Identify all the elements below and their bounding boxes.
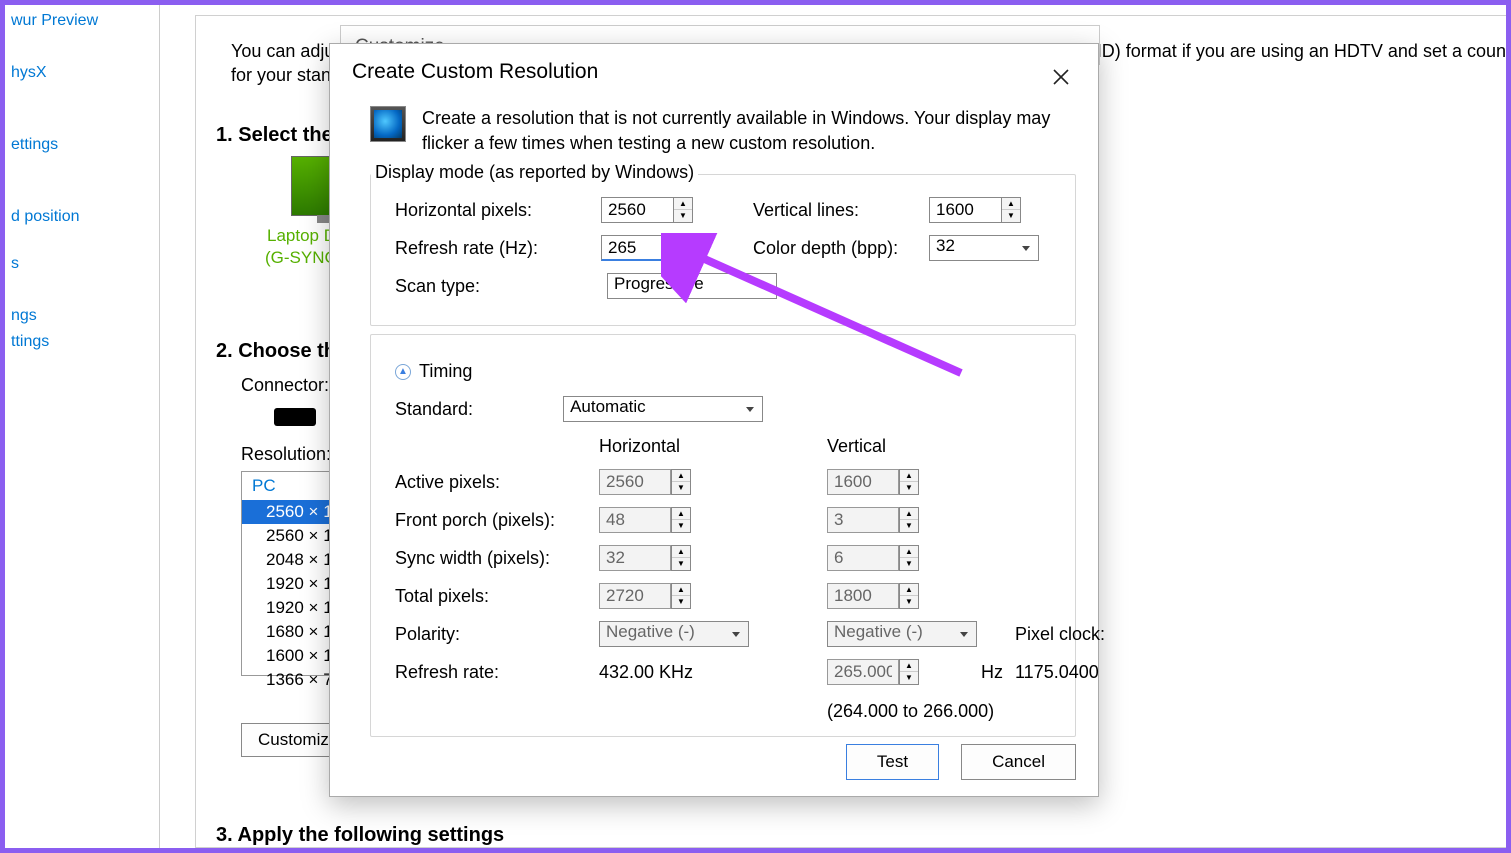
- timing-group: ▲ Timing Standard: Automatic Horizontal …: [370, 334, 1076, 737]
- resolution-label: Resolution:: [241, 444, 331, 465]
- spinner-buttons[interactable]: ▲▼: [899, 545, 919, 571]
- timing-heading: Timing: [419, 361, 472, 382]
- spinner-buttons[interactable]: ▲▼: [899, 469, 919, 495]
- sidebar-link[interactable]: s: [5, 253, 159, 275]
- sync-width-h-input[interactable]: [599, 545, 671, 571]
- spinner-buttons[interactable]: ▲▼: [673, 235, 693, 261]
- pixel-clock-label: Pixel clock:: [1015, 624, 1155, 645]
- front-porch-v-input[interactable]: [827, 507, 899, 533]
- spinner-buttons[interactable]: ▲▼: [671, 507, 691, 533]
- sync-width-v-input[interactable]: [827, 545, 899, 571]
- refresh-rate-label: Refresh rate (Hz):: [395, 238, 595, 259]
- step-2-heading: 2. Choose the: [216, 340, 347, 363]
- cancel-button[interactable]: Cancel: [961, 744, 1076, 780]
- sidebar-link[interactable]: d position: [5, 206, 159, 228]
- hz-label: Hz: [981, 662, 1011, 683]
- total-pixels-label: Total pixels:: [395, 586, 595, 607]
- test-button[interactable]: Test: [846, 744, 939, 780]
- close-icon: [1052, 68, 1070, 86]
- intro-text: You can adjus: [231, 41, 343, 62]
- total-pixels-v-input[interactable]: [827, 583, 899, 609]
- connector-label: Connector:: [241, 375, 329, 396]
- spinner-buttons[interactable]: ▲▼: [671, 583, 691, 609]
- dialog-intro-text: Create a resolution that is not currentl…: [422, 106, 1076, 156]
- active-pixels-h-input[interactable]: [599, 469, 671, 495]
- sidebar-link[interactable]: wur Preview: [5, 10, 159, 32]
- polarity-h-select[interactable]: Negative (-): [599, 621, 749, 647]
- color-depth-select[interactable]: 32: [929, 235, 1039, 261]
- refresh-rate-v-input[interactable]: [827, 659, 899, 685]
- spinner-buttons[interactable]: ▲▼: [899, 659, 919, 685]
- refresh-rate-row-label: Refresh rate:: [395, 662, 595, 683]
- sidebar-link[interactable]: ttings: [5, 331, 159, 353]
- step-3-heading: 3. Apply the following settings: [216, 824, 504, 847]
- display-mode-group: Horizontal pixels: ▲▼ Vertical lines: ▲▼…: [370, 174, 1076, 326]
- standard-label: Standard:: [395, 399, 473, 420]
- spinner-buttons[interactable]: ▲▼: [671, 469, 691, 495]
- spinner-buttons[interactable]: ▲▼: [671, 545, 691, 571]
- front-porch-label: Front porch (pixels):: [395, 510, 595, 531]
- close-button[interactable]: [1046, 62, 1076, 92]
- collapse-toggle-icon[interactable]: ▲: [395, 364, 411, 380]
- spinner-buttons[interactable]: ▲▼: [673, 197, 693, 223]
- pixel-clock-value: 1175.0400: [1015, 662, 1155, 683]
- refresh-range-note: (264.000 to 266.000): [827, 701, 1011, 722]
- scan-type-select[interactable]: Progressive: [607, 273, 777, 299]
- refresh-rate-horizontal-value: 432.00 KHz: [599, 662, 749, 683]
- front-porch-h-input[interactable]: [599, 507, 671, 533]
- active-pixels-label: Active pixels:: [395, 472, 595, 493]
- sidebar-link[interactable]: ngs: [5, 305, 159, 327]
- active-pixels-v-input[interactable]: [827, 469, 899, 495]
- spinner-buttons[interactable]: ▲▼: [899, 583, 919, 609]
- horizontal-pixels-label: Horizontal pixels:: [395, 200, 595, 221]
- polarity-v-select[interactable]: Negative (-): [827, 621, 977, 647]
- total-pixels-h-input[interactable]: [599, 583, 671, 609]
- vertical-lines-label: Vertical lines:: [753, 200, 923, 221]
- polarity-label: Polarity:: [395, 624, 595, 645]
- vertical-column-header: Vertical: [827, 436, 977, 457]
- refresh-rate-input[interactable]: [601, 235, 673, 261]
- create-custom-resolution-dialog: Create Custom Resolution Create a resolu…: [329, 43, 1099, 797]
- sidebar-link[interactable]: hysX: [5, 62, 159, 84]
- dialog-title: Create Custom Resolution: [330, 44, 1098, 94]
- connector-icon: [274, 408, 316, 426]
- color-depth-label: Color depth (bpp):: [753, 238, 923, 259]
- vertical-lines-input[interactable]: [929, 197, 1001, 223]
- standard-select[interactable]: Automatic: [563, 396, 763, 422]
- horizontal-pixels-input[interactable]: [601, 197, 673, 223]
- intro-text-right: (HD) format if you are using an HDTV and…: [1083, 41, 1506, 62]
- spinner-buttons[interactable]: ▲▼: [899, 507, 919, 533]
- sidebar-link[interactable]: ettings: [5, 134, 159, 156]
- scan-type-label: Scan type:: [395, 276, 589, 297]
- category-sidebar: wur Preview hysX ettings d position s ng…: [5, 5, 160, 848]
- monitor-label: Laptop D: [267, 226, 336, 246]
- monitor-icon: [370, 106, 406, 142]
- spinner-buttons[interactable]: ▲▼: [1001, 197, 1021, 223]
- horizontal-column-header: Horizontal: [599, 436, 749, 457]
- sync-width-label: Sync width (pixels):: [395, 548, 595, 569]
